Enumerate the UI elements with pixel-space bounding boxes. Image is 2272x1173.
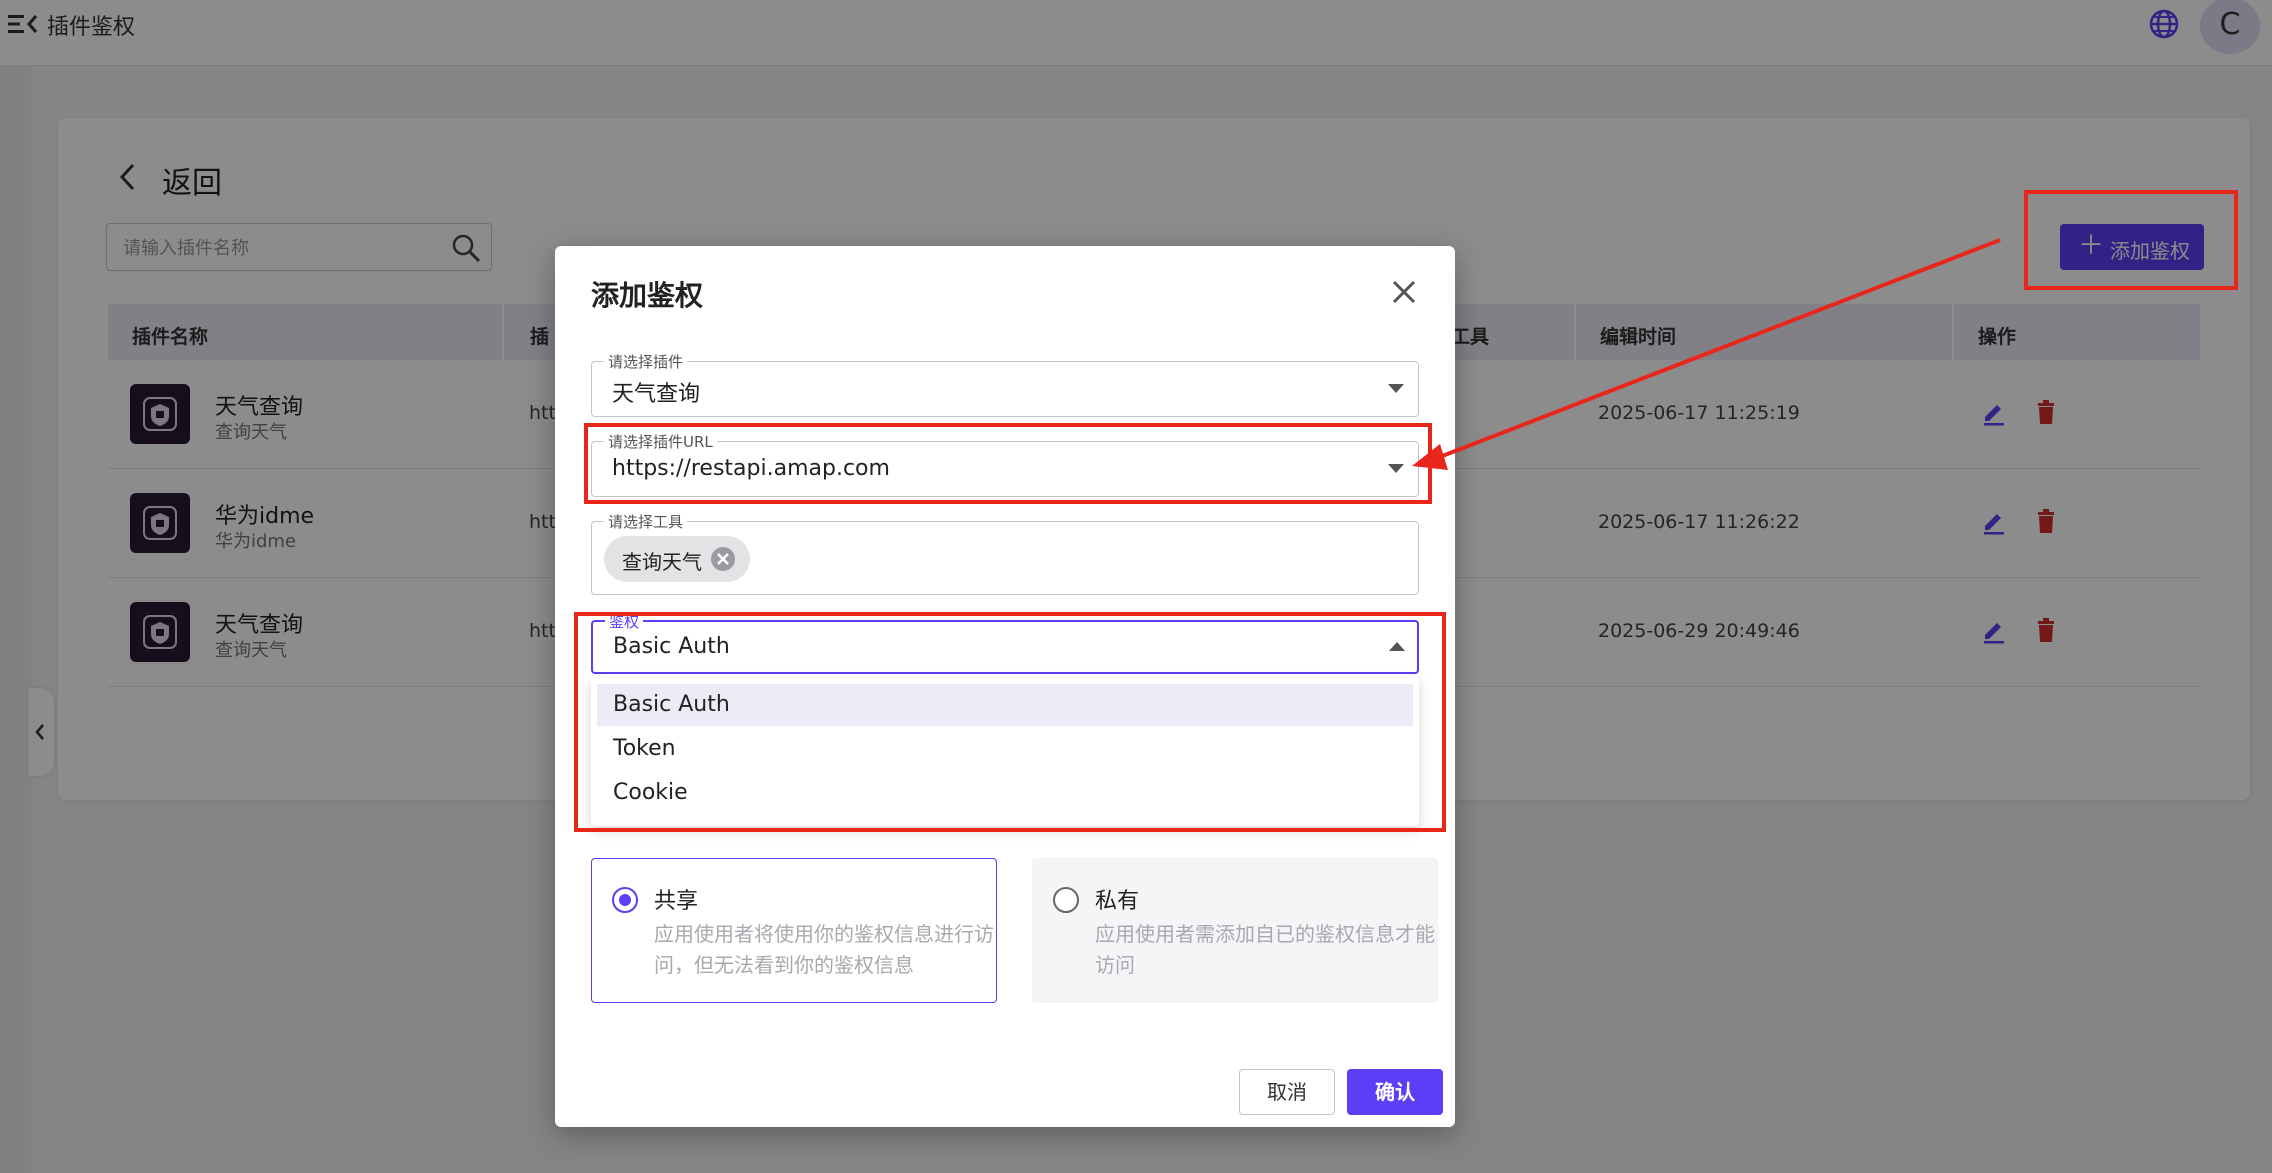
- annotation-arrow: [1412, 238, 2001, 470]
